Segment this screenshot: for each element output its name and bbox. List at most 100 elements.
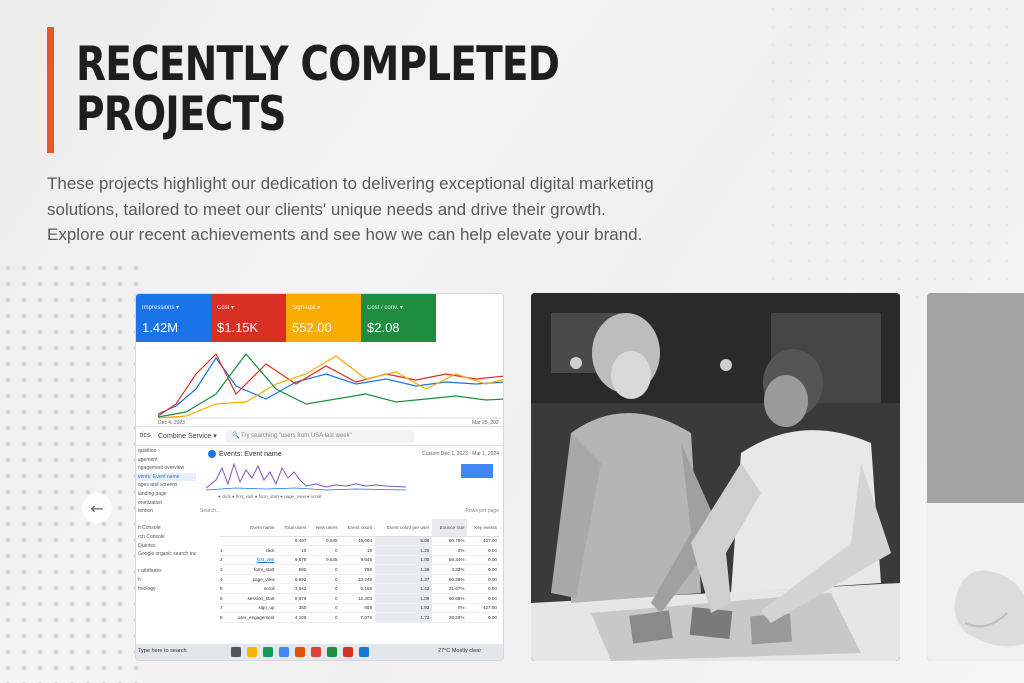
table-cell: 15 <box>277 545 310 556</box>
table-cell: 9,497 <box>277 536 310 547</box>
table-cell: 1.38 <box>375 564 433 575</box>
events-bar <box>461 464 493 478</box>
arrow-left-icon: ← <box>90 498 104 518</box>
table-cell: 9,676 <box>277 593 310 604</box>
sidebar-nav-item[interactable]: h <box>136 576 196 585</box>
table-header-cell[interactable]: Event name <box>227 519 278 537</box>
taskbar-icons <box>231 647 369 657</box>
table-row[interactable]: 4 page_view 9,692 0 13,249 1.37 60.39% 0.00 <box>220 574 500 585</box>
table-cell: 0 <box>309 593 341 604</box>
table-cell: session_start <box>227 593 278 604</box>
intro-line-2: solutions, tailored to meet our clients'… <box>47 199 606 219</box>
table-cell: 60.79% <box>432 536 468 547</box>
sidebar-nav-item[interactable]: r attributes <box>136 567 196 576</box>
table-cell: user_engagement <box>227 612 278 623</box>
section-title-line-1: RECENTLY COMPLETED <box>76 37 560 92</box>
sidebar-nav-item[interactable]: onetization <box>136 499 196 508</box>
sidebar-nav-item[interactable]: ngagement overview <box>136 464 196 473</box>
table-cell: form_start <box>227 564 278 575</box>
table-cell: 4 <box>220 574 228 585</box>
table-cell: 3.33% <box>432 564 468 575</box>
sidebar-nav-item[interactable] <box>136 559 196 568</box>
table-cell: 0 <box>309 564 341 575</box>
sidebar-nav-item[interactable]: tention <box>136 507 196 516</box>
kpi-signups: Sign-ups ▾ 552.00 <box>286 294 361 342</box>
table-cell: 0 <box>309 583 341 595</box>
table-cell: 3 <box>220 564 228 575</box>
table-cell: scroll <box>227 583 278 595</box>
sidebar-nav-item[interactable]: hnology <box>136 585 196 594</box>
table-cell: 350 <box>277 603 310 614</box>
sidebar-nav-item[interactable]: landing page <box>136 490 196 499</box>
table-header-cell[interactable]: Bounce rate <box>432 519 468 537</box>
project-card-analytics[interactable]: Impressions ▾ 1.42M Cost ▾ $1.15K Sign-ups… <box>135 293 504 661</box>
table-row[interactable]: 3 form_start 580 0 798 1.38 3.33% 0.00 <box>220 564 500 575</box>
table-row[interactable]: 7 sign_up 350 0 659 1.93 0% 427.00 <box>220 603 500 614</box>
table-cell: 5 <box>220 583 228 595</box>
kpi-cost: Cost ▾ $1.15K <box>211 294 286 342</box>
intro-line-1: These projects highlight our dedication … <box>47 174 654 193</box>
kpi-cost-per-conv: Cost / conv. ▾ $2.08 <box>361 294 436 342</box>
project-card-partial[interactable] <box>927 293 1024 661</box>
table-cell: 2 <box>220 555 228 566</box>
sidebar-nav-item[interactable]: Queries <box>136 542 196 551</box>
table-row[interactable]: 1 click 15 0 18 1.20 0% 0.00 <box>220 545 500 556</box>
section-title: RECENTLY COMPLETED PROJECTS <box>76 37 560 140</box>
table-cell: 0 <box>309 603 341 614</box>
analytics-sidebar: quisition agement ngagement overview vents:… <box>136 447 196 647</box>
table-header-cell[interactable]: Event count <box>340 519 376 537</box>
table-cell: 9,645 <box>309 536 341 547</box>
sidebar-nav-item[interactable]: vents: Event name <box>136 472 196 482</box>
sidebar-nav-item[interactable]: ages and screens <box>136 481 196 490</box>
table-cell: 0.00 <box>467 612 500 623</box>
table-cell: 0.00 <box>467 583 500 595</box>
table-header-cell[interactable]: Total users <box>277 519 310 537</box>
table-row[interactable]: 2 first_visit 9,678 9,645 9,645 1.00 59.34% 0.0… <box>220 555 500 566</box>
sidebar-nav-item[interactable]: rch Console <box>136 533 196 542</box>
table-cell: 427.00 <box>467 536 500 547</box>
taskbar-weather: 27°C Mostly clear <box>438 648 482 654</box>
table-row[interactable]: 8 user_engagement 4,108 0 7,076 1.73 28.29% 0.0… <box>220 612 500 623</box>
table-row[interactable]: 6 session_start 9,676 0 12,303 1.09 60.66% 0.00 <box>220 593 500 604</box>
dot-pattern-left <box>0 260 140 683</box>
table-cell: 6 <box>220 593 228 604</box>
table-cell: 4,108 <box>277 612 310 623</box>
table-cell: first_visit <box>227 555 278 566</box>
table-cell: 3,642 <box>277 583 310 595</box>
table-row[interactable]: 5 scroll 3,642 0 5,158 1.42 31.67% 0.00 <box>220 583 500 595</box>
table-cell: 1.37 <box>375 574 433 585</box>
table-cell: 0.00 <box>467 593 500 604</box>
events-date-range: Custom Dec 1, 2023 - Mar 1, 2024 <box>422 451 499 457</box>
table-cell: 1.73 <box>375 612 433 623</box>
table-cell <box>220 536 228 547</box>
table-cell: 60.39% <box>432 574 468 585</box>
table-header-cell[interactable]: Event count per user <box>375 519 433 537</box>
table-cell: 18 <box>340 545 376 556</box>
sidebar-nav-item[interactable]: Google organic search traf... <box>136 550 196 559</box>
table-cell: 0% <box>432 603 468 614</box>
table-cell: sign_up <box>227 603 278 614</box>
table-cell: 8 <box>220 612 228 623</box>
sidebar-nav-item[interactable]: h Console <box>136 524 196 533</box>
table-cell: 1.09 <box>375 593 433 604</box>
table-cell: 9,645 <box>309 555 341 566</box>
table-search: Search... <box>200 508 221 514</box>
carousel-prev-button[interactable]: ← <box>82 493 112 523</box>
sidebar-nav-item[interactable]: agement <box>136 456 196 465</box>
events-title: Events: Event name <box>208 450 282 458</box>
project-card-team-photo[interactable] <box>531 293 900 661</box>
taskbar: Type here to search 27°C Mostly clear <box>136 644 503 660</box>
table-cell: 49,094 <box>340 536 376 547</box>
table-cell: 1.00 <box>375 555 433 566</box>
dot-pattern-top <box>764 0 1024 300</box>
table-header-cell[interactable]: Key events <box>467 519 500 537</box>
table-header-cell[interactable]: New users <box>309 519 341 537</box>
table-header-cell[interactable] <box>220 519 228 537</box>
events-table: Event name Total users New users Event coun… <box>220 519 500 623</box>
team-photo-image <box>531 293 900 661</box>
table-cell: 427.00 <box>467 603 500 614</box>
sidebar-nav-item[interactable]: quisition <box>136 447 196 456</box>
table-cell: 59.34% <box>432 555 468 566</box>
sidebar-nav-item[interactable] <box>136 516 196 525</box>
table-cell <box>227 536 278 547</box>
